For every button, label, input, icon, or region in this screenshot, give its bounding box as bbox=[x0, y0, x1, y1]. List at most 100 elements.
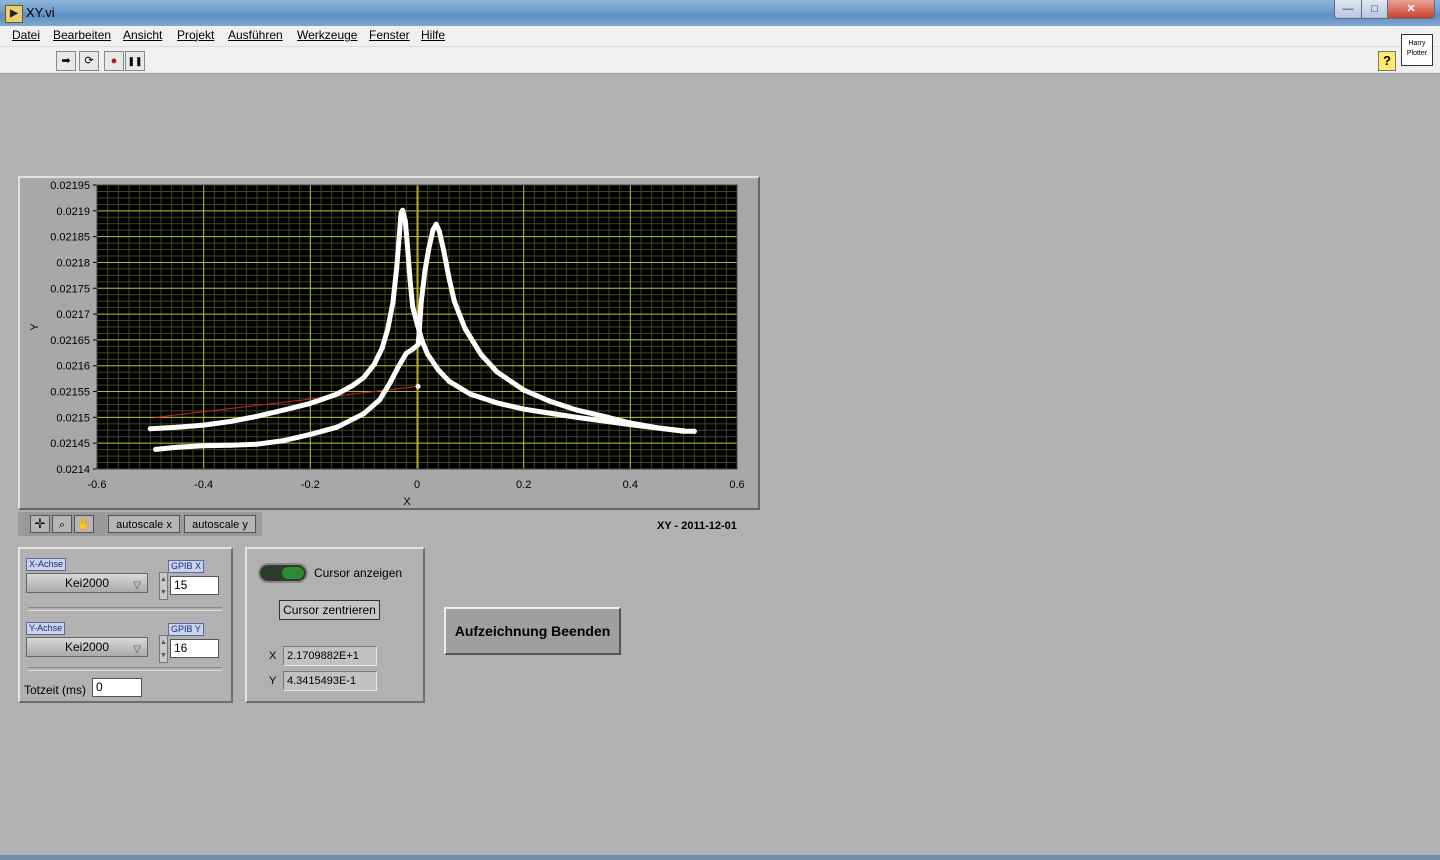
menu-bar: Datei Bearbeiten Ansicht Projekt Ausführ… bbox=[0, 26, 1440, 47]
x-axis-instrument-select[interactable]: Kei2000 ▽ bbox=[26, 573, 148, 593]
y-axis-instrument-select[interactable]: Kei2000 ▽ bbox=[26, 637, 148, 657]
x-axis-title: X bbox=[403, 496, 411, 508]
show-cursor-label: Cursor anzeigen bbox=[314, 566, 403, 580]
data-point bbox=[227, 442, 233, 448]
data-point bbox=[403, 350, 409, 356]
data-point bbox=[371, 361, 377, 367]
run-arrow-icon[interactable]: ➡ bbox=[56, 51, 76, 71]
data-point bbox=[435, 367, 441, 373]
deadtime-input[interactable]: 0 bbox=[92, 678, 142, 697]
x-tick-label: 0 bbox=[414, 479, 420, 491]
pan-hand-icon[interactable]: ✋ bbox=[74, 515, 94, 533]
data-point bbox=[436, 228, 442, 234]
y-tick-label: 0.0214 bbox=[56, 464, 90, 476]
data-point bbox=[407, 278, 413, 284]
data-point bbox=[627, 420, 633, 426]
context-help-icon[interactable]: ? bbox=[1378, 51, 1396, 71]
data-point bbox=[396, 231, 402, 237]
pause-icon[interactable]: ❚❚ bbox=[125, 51, 145, 71]
cursor-y-label: Y bbox=[269, 675, 277, 687]
gpib-x-stepper[interactable]: ▲ ▼ bbox=[159, 572, 168, 600]
data-point bbox=[410, 346, 416, 352]
data-point bbox=[433, 221, 439, 227]
minimize-button[interactable]: — bbox=[1334, 0, 1362, 19]
data-point bbox=[425, 351, 431, 357]
menu-ausfuehren[interactable]: Ausführen bbox=[228, 28, 283, 42]
data-point bbox=[254, 441, 260, 447]
y-axis-title: Y bbox=[29, 323, 41, 331]
data-point bbox=[387, 379, 393, 385]
run-continuous-icon[interactable]: ⟳ bbox=[79, 51, 99, 71]
cursor-x-label: X bbox=[269, 650, 277, 662]
close-button[interactable]: ✕ bbox=[1387, 0, 1435, 19]
xy-graph-svg[interactable]: -0.6 -0.4 -0.2 0 0.2 0.4 0.6 0.0214 0.02145 0.021… bbox=[20, 178, 760, 508]
data-point bbox=[395, 364, 401, 370]
y-tick-label: 0.02185 bbox=[50, 232, 90, 244]
data-point bbox=[691, 428, 697, 434]
xy-graph: -0.6 -0.4 -0.2 0 0.2 0.4 0.6 0.0214 0.02145 0.021… bbox=[18, 176, 760, 510]
y-tick-label: 0.02145 bbox=[50, 438, 90, 450]
data-point bbox=[307, 431, 313, 437]
cursor-marker bbox=[415, 383, 421, 389]
data-point bbox=[422, 268, 428, 274]
data-point bbox=[350, 382, 356, 388]
y-tick-label: 0.0215 bbox=[56, 412, 90, 424]
menu-ansicht[interactable]: Ansicht bbox=[123, 28, 162, 42]
y-tick-label: 0.0217 bbox=[56, 309, 90, 321]
data-point bbox=[281, 407, 287, 413]
y-tick-label: 0.02155 bbox=[50, 387, 90, 399]
data-point bbox=[153, 446, 159, 452]
data-point bbox=[390, 299, 396, 305]
menu-datei[interactable]: Datei bbox=[12, 28, 40, 42]
autoscale-y-button[interactable]: autoscale y bbox=[184, 515, 256, 533]
menu-hilfe[interactable]: Hilfe bbox=[421, 28, 445, 42]
x-tick-label: -0.6 bbox=[88, 479, 107, 491]
abort-execution-icon[interactable]: ● bbox=[104, 51, 124, 71]
gpib-x-input[interactable]: 15 bbox=[170, 576, 219, 595]
data-point bbox=[377, 397, 383, 403]
stop-recording-button[interactable]: Aufzeichnung Beenden bbox=[444, 607, 621, 655]
toggle-knob bbox=[282, 567, 304, 579]
center-cursor-button[interactable]: Cursor zentrieren bbox=[279, 600, 380, 620]
maximize-button[interactable]: □ bbox=[1361, 0, 1388, 19]
zoom-icon[interactable]: ⌕ bbox=[52, 515, 72, 533]
labview-app-icon: ▶ bbox=[5, 5, 23, 23]
gpib-y-stepper[interactable]: ▲ ▼ bbox=[159, 635, 168, 663]
data-point bbox=[601, 413, 607, 419]
title-bar: ▶ XY.vi — □ ✕ bbox=[0, 0, 1440, 26]
divider bbox=[28, 607, 222, 611]
menu-bearbeiten[interactable]: Bearbeiten bbox=[53, 28, 111, 42]
graph-caption: XY - 2011-12-01 bbox=[657, 520, 737, 532]
y-tick-label: 0.0216 bbox=[56, 361, 90, 373]
data-point bbox=[521, 387, 527, 393]
data-point bbox=[400, 207, 406, 213]
menu-werkzeuge[interactable]: Werkzeuge bbox=[297, 28, 357, 42]
data-point bbox=[426, 246, 432, 252]
data-point bbox=[334, 391, 340, 397]
data-point bbox=[227, 418, 233, 424]
data-point bbox=[394, 265, 400, 271]
data-point bbox=[654, 425, 660, 431]
cursor-tool-icon[interactable]: ✛ bbox=[30, 515, 50, 533]
dropdown-arrow-icon: ▽ bbox=[133, 580, 141, 591]
data-point bbox=[547, 398, 553, 404]
graph-palette: ✛ ⌕ ✋ autoscale x autoscale y bbox=[18, 512, 262, 536]
menu-fenster[interactable]: Fenster bbox=[369, 28, 410, 42]
data-point bbox=[379, 345, 385, 351]
cursor-y-value: 4.3415493E-1 bbox=[283, 671, 377, 691]
data-point bbox=[402, 218, 408, 224]
gpib-y-label: GPIB Y bbox=[168, 623, 204, 636]
data-point bbox=[201, 443, 207, 449]
x-axis-instrument-value: Kei2000 bbox=[64, 576, 110, 590]
data-point bbox=[451, 298, 457, 304]
instrument-settings-panel: X-Achse Kei2000 ▽ GPIB X ▲ ▼ 15 Y-Achse K… bbox=[18, 547, 233, 703]
menu-projekt[interactable]: Projekt bbox=[177, 28, 214, 42]
data-point bbox=[361, 411, 367, 417]
x-axis-label: X-Achse bbox=[26, 558, 67, 571]
show-cursor-toggle[interactable] bbox=[258, 563, 308, 583]
gpib-y-input[interactable]: 16 bbox=[170, 639, 219, 658]
vi-icon: Harry Plotter bbox=[1401, 34, 1433, 66]
data-point bbox=[478, 351, 484, 357]
autoscale-x-button[interactable]: autoscale x bbox=[108, 515, 180, 533]
data-point bbox=[385, 326, 391, 332]
